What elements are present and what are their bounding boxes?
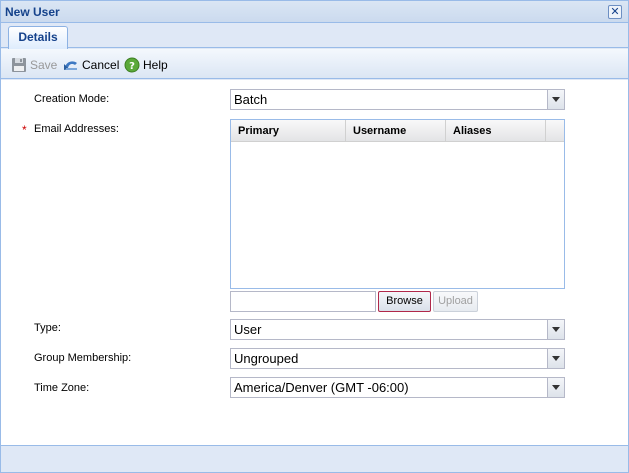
type-value: User bbox=[234, 322, 262, 337]
group-membership-label: Group Membership: bbox=[34, 352, 132, 364]
cancel-button[interactable]: Cancel bbox=[63, 57, 119, 73]
column-header-aliases[interactable]: Aliases bbox=[446, 120, 546, 142]
time-zone-select[interactable]: America/Denver (GMT -06:00) bbox=[230, 377, 565, 398]
window-titlebar: New User ✕ bbox=[1, 1, 628, 23]
new-user-window: New User ✕ Details Save Cancel ? Help Cr… bbox=[0, 0, 629, 473]
email-addresses-grid[interactable]: Primary Username Aliases bbox=[230, 119, 565, 289]
close-icon[interactable]: ✕ bbox=[608, 5, 622, 19]
tab-strip: Details bbox=[1, 23, 628, 49]
save-label: Save bbox=[30, 58, 58, 72]
required-marker: * bbox=[22, 123, 27, 137]
upload-button[interactable]: Upload bbox=[433, 291, 478, 312]
grid-header: Primary Username Aliases bbox=[231, 120, 564, 142]
chevron-down-icon[interactable] bbox=[547, 90, 564, 109]
column-header-username[interactable]: Username bbox=[346, 120, 446, 142]
cancel-arrow-icon bbox=[63, 57, 79, 73]
creation-mode-value: Batch bbox=[234, 92, 268, 107]
window-title: New User bbox=[5, 5, 60, 19]
svg-text:?: ? bbox=[129, 61, 135, 72]
question-mark-icon: ? bbox=[124, 57, 140, 73]
save-button[interactable]: Save bbox=[11, 57, 57, 73]
help-button[interactable]: ? Help bbox=[124, 57, 168, 73]
cancel-label: Cancel bbox=[82, 58, 120, 72]
time-zone-label: Time Zone: bbox=[34, 382, 90, 394]
window-footer bbox=[1, 445, 628, 472]
creation-mode-label: Creation Mode: bbox=[34, 93, 110, 105]
chevron-down-icon[interactable] bbox=[547, 320, 564, 339]
type-select[interactable]: User bbox=[230, 319, 565, 340]
toolbar: Save Cancel ? Help bbox=[1, 49, 628, 79]
type-label: Type: bbox=[34, 322, 61, 334]
time-zone-value: America/Denver (GMT -06:00) bbox=[234, 380, 409, 395]
floppy-disk-icon bbox=[11, 57, 27, 73]
tab-details[interactable]: Details bbox=[8, 26, 68, 49]
form-panel: Creation Mode: Batch * Email Addresses: … bbox=[1, 80, 628, 445]
email-addresses-label: Email Addresses: bbox=[34, 123, 119, 135]
chevron-down-icon[interactable] bbox=[547, 378, 564, 397]
creation-mode-select[interactable]: Batch bbox=[230, 89, 565, 110]
browse-button[interactable]: Browse bbox=[378, 291, 431, 312]
help-label: Help bbox=[143, 58, 168, 72]
group-membership-select[interactable]: Ungrouped bbox=[230, 348, 565, 369]
file-path-input[interactable] bbox=[230, 291, 376, 312]
chevron-down-icon[interactable] bbox=[547, 349, 564, 368]
column-header-primary[interactable]: Primary bbox=[231, 120, 346, 142]
group-membership-value: Ungrouped bbox=[234, 351, 299, 366]
